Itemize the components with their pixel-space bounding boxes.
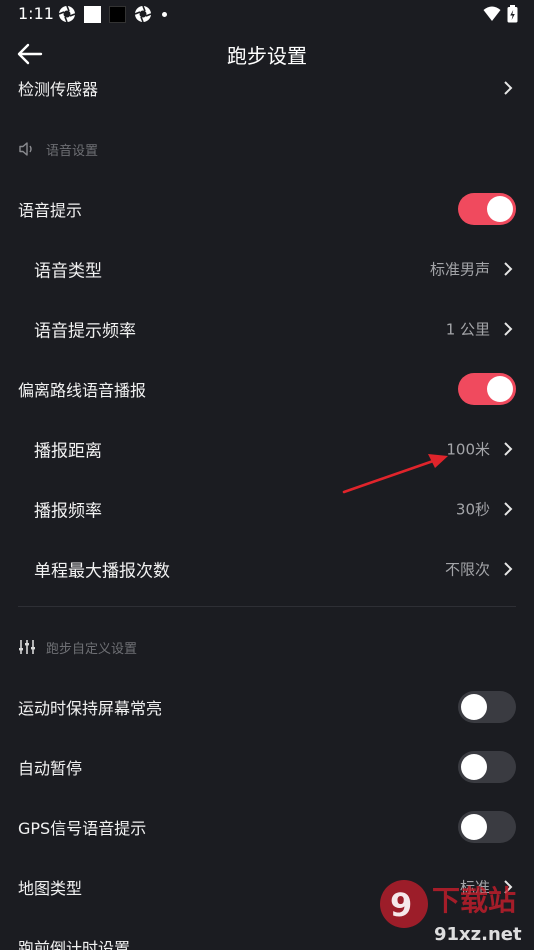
section-divider [18,606,516,607]
wifi-icon [483,6,501,21]
row-label: 检测传感器 [18,80,99,99]
row-detect-sensor[interactable]: 检测传感器 [0,60,534,116]
status-time: 1:11 [18,4,54,23]
row-gps-voice: GPS信号语音提示 [0,797,534,857]
row-value: 100米 [446,440,490,459]
watermark-logo: 9 下载站 91xz.net [380,880,522,945]
gps-voice-toggle[interactable] [458,811,516,843]
row-keep-screen-on: 运动时保持屏幕常亮 [0,677,534,737]
row-label: 偏离路线语音播报 [18,381,147,400]
chevron-right-icon [504,322,513,336]
section-header-custom: 跑步自定义设置 [18,635,137,659]
row-report-frequency[interactable]: 播报频率 30秒 [0,479,534,539]
svg-text:9: 9 [390,886,412,924]
row-label: 单程最大播报次数 [34,561,170,582]
notification-icons [58,5,167,23]
row-label: GPS信号语音提示 [18,819,147,838]
notification-square-icon [84,5,101,23]
row-label: 语音提示 [18,201,83,220]
aperture-icon [58,5,76,23]
chevron-right-icon [504,81,513,95]
row-label: 跑前倒计时设置 [18,939,131,950]
row-value: 标准男声 [429,260,490,279]
watermark-url-text: 91xz.net [434,924,522,945]
battery-charging-icon [507,5,518,23]
row-label: 运动时保持屏幕常亮 [18,699,163,718]
row-label: 自动暂停 [18,759,83,778]
more-notifications-dot [162,11,167,17]
row-voice-type[interactable]: 语音类型 标准男声 [0,239,534,299]
status-right-icons [483,5,518,23]
toggle-knob [461,754,487,780]
voice-prompt-toggle[interactable] [458,193,516,225]
row-value: 不限次 [444,560,490,579]
toggle-knob [487,196,513,222]
chevron-right-icon [504,562,513,576]
chevron-right-icon [504,442,513,456]
section-header-voice: 语音设置 [18,137,98,161]
aperture-icon-2 [134,5,152,23]
row-max-reports[interactable]: 单程最大播报次数 不限次 [0,539,534,599]
row-label: 播报距离 [34,441,102,462]
status-bar: 1:11 [0,0,534,28]
section-label: 跑步自定义设置 [46,641,138,657]
row-label: 语音提示频率 [34,321,136,342]
watermark-main-text: 下载站 [432,884,516,917]
row-label: 语音类型 [34,261,102,282]
notification-square-dark-icon [109,5,126,23]
sliders-icon [19,640,35,654]
row-label: 播报频率 [34,501,102,522]
row-value: 1 公里 [445,320,490,339]
speaker-icon [19,142,32,156]
annotation-arrow-icon [342,454,448,494]
route-deviation-toggle[interactable] [458,373,516,405]
row-value: 30秒 [455,500,490,519]
row-voice-prompt: 语音提示 [0,179,534,239]
chevron-right-icon [504,502,513,516]
row-voice-frequency[interactable]: 语音提示频率 1 公里 [0,299,534,359]
row-label: 地图类型 [18,879,83,898]
row-route-deviation: 偏离路线语音播报 [0,359,534,419]
chevron-right-icon [504,262,513,276]
toggle-knob [461,694,487,720]
row-auto-pause: 自动暂停 [0,737,534,797]
toggle-knob [487,376,513,402]
toggle-knob [461,814,487,840]
row-report-distance[interactable]: 播报距离 100米 [0,419,534,479]
section-label: 语音设置 [46,143,99,159]
auto-pause-toggle[interactable] [458,751,516,783]
keep-screen-on-toggle[interactable] [458,691,516,723]
